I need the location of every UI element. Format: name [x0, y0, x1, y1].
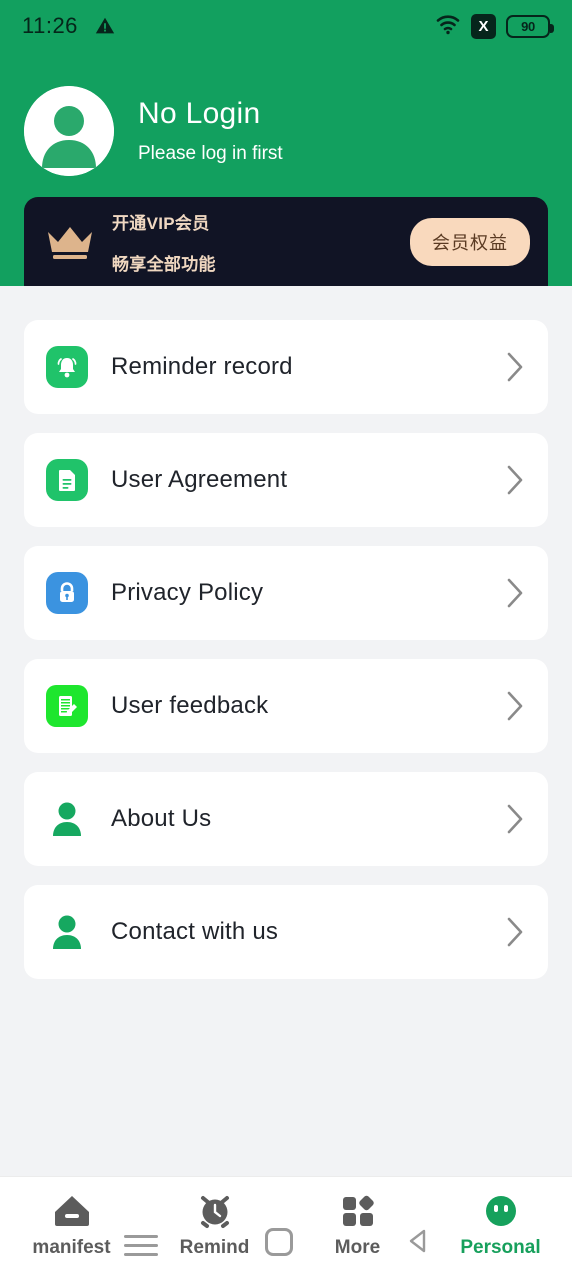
vip-benefits-button[interactable]: 会员权益	[410, 217, 530, 266]
nav-tab-label: More	[334, 1237, 381, 1258]
hamburger-menu-icon[interactable]	[124, 1235, 158, 1256]
phone-screen: 11:26 X 90 No Login Please log in first …	[0, 0, 572, 1280]
menu-item-label: Reminder record	[111, 353, 293, 380]
menu-item-user-agreement[interactable]: User Agreement	[24, 433, 548, 527]
chevron-right-icon[interactable]	[504, 463, 526, 497]
menu-item-label: User Agreement	[111, 466, 288, 493]
menu-item-label: Privacy Policy	[111, 579, 264, 606]
profile-header: 11:26 X 90 No Login Please log in first …	[0, 0, 572, 286]
menu-item-privacy-policy[interactable]: Privacy Policy	[24, 546, 548, 640]
warning-triangle-icon	[94, 15, 116, 37]
square-recents-icon[interactable]	[265, 1228, 293, 1256]
lock-icon	[46, 572, 88, 614]
status-bar-indicators: X 90	[435, 13, 554, 40]
chevron-right-icon[interactable]	[504, 915, 526, 949]
chevron-right-icon[interactable]	[504, 576, 526, 610]
person-icon	[46, 798, 88, 840]
menu-item-contact-with-us[interactable]: Contact with us	[24, 885, 548, 979]
feedback-edit-icon	[46, 685, 88, 727]
chevron-right-icon[interactable]	[504, 802, 526, 836]
battery-level-label: 90	[521, 18, 535, 34]
nav-tab-personal[interactable]: Personal	[429, 1191, 572, 1259]
settings-menu-list: Reminder record User Agreement Privacy P…	[24, 320, 548, 998]
menu-item-reminder-record[interactable]: Reminder record	[24, 320, 548, 414]
menu-item-about-us[interactable]: About Us	[24, 772, 548, 866]
vip-text: 开通VIP会员 畅享全部功能	[112, 209, 216, 275]
user-avatar-icon[interactable]	[24, 86, 114, 176]
vip-banner[interactable]: 开通VIP会员 畅享全部功能 会员权益	[24, 197, 548, 286]
chevron-right-icon[interactable]	[504, 350, 526, 384]
nav-tab-label: Remind	[179, 1237, 250, 1258]
back-triangle-icon[interactable]	[404, 1226, 434, 1256]
menu-item-label: About Us	[111, 805, 212, 832]
vip-subtitle: 畅享全部功能	[112, 254, 216, 274]
crown-icon	[42, 222, 98, 262]
alarm-clock-icon	[195, 1191, 235, 1231]
bell-icon	[46, 346, 88, 388]
person-icon	[46, 911, 88, 953]
menu-item-label: Contact with us	[111, 918, 279, 945]
login-hint: Please log in first	[138, 143, 283, 164]
menu-item-user-feedback[interactable]: User feedback	[24, 659, 548, 753]
profile-text: No Login Please log in first	[138, 97, 283, 165]
status-bar: 11:26 X 90	[0, 0, 572, 52]
battery-icon: 90	[506, 14, 554, 38]
nav-tab-manifest[interactable]: manifest	[0, 1191, 143, 1259]
wifi-icon	[435, 13, 461, 40]
menu-item-label: User feedback	[111, 692, 269, 719]
bottom-navigation-bar: manifest Remind More Personal	[0, 1176, 572, 1280]
status-bar-time: 11:26	[22, 13, 78, 38]
x-icon: X	[471, 13, 496, 39]
nav-tab-label: manifest	[32, 1237, 111, 1258]
grid-apps-icon	[339, 1191, 377, 1231]
home-icon	[52, 1191, 92, 1231]
chevron-right-icon[interactable]	[504, 689, 526, 723]
page-title: No Login	[138, 97, 261, 130]
nav-tab-label: Personal	[460, 1237, 541, 1258]
document-icon	[46, 459, 88, 501]
profile-block[interactable]: No Login Please log in first	[24, 86, 283, 176]
vip-title: 开通VIP会员	[112, 213, 210, 233]
face-circle-icon	[482, 1191, 520, 1231]
